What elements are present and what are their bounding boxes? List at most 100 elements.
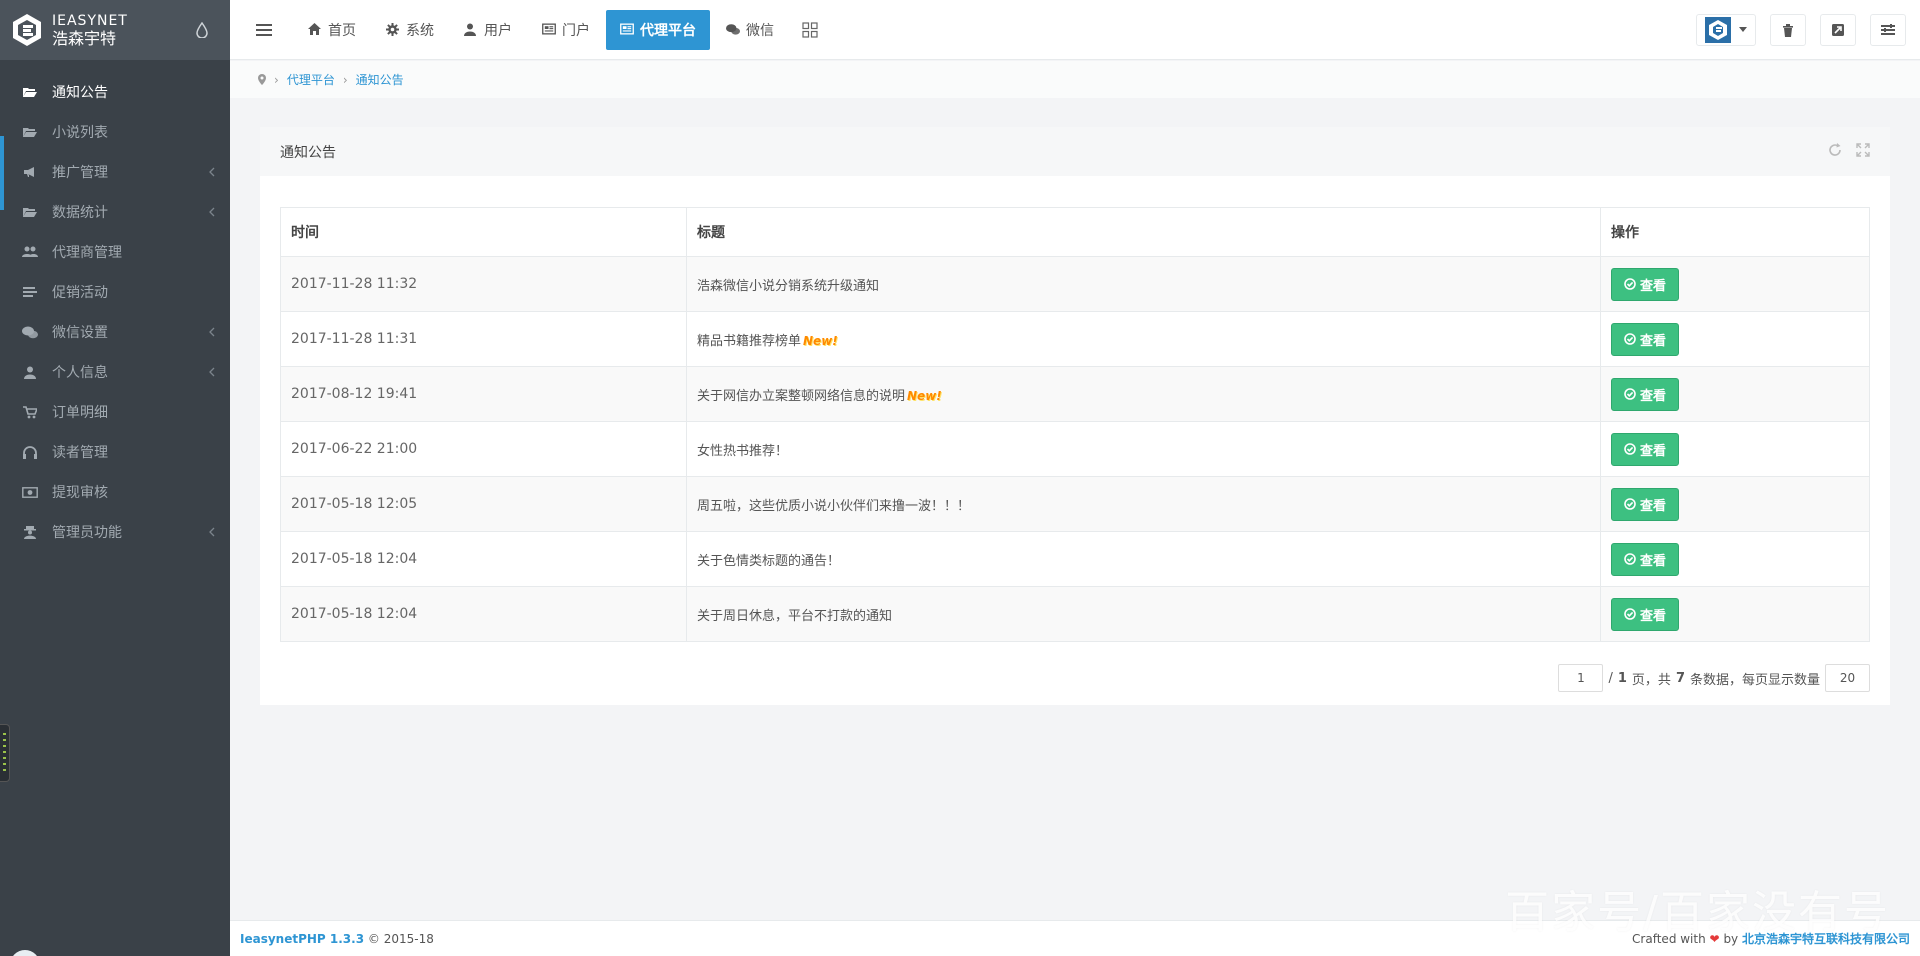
sidebar-item-7[interactable]: 个人信息 (0, 352, 230, 392)
sidebar-item-label: 通知公告 (52, 85, 108, 101)
home-icon (308, 22, 322, 37)
sidebar-item-2[interactable]: 推广管理 (0, 152, 230, 192)
menu-toggle-icon[interactable] (256, 23, 272, 37)
side-widget-handle[interactable] (0, 724, 10, 782)
notice-time: 2017-05-18 12:04 (280, 586, 687, 642)
notice-title: 精品书籍推荐榜单 (697, 333, 802, 349)
table-row: 2017-08-12 19:41 关于网信办立案整顿网络信息的说明 New! 查看 (280, 366, 1870, 422)
map-marker-icon (258, 74, 266, 85)
sidebar-item-3[interactable]: 数据统计 (0, 192, 230, 232)
notice-action-cell: 查看 (1600, 366, 1870, 422)
page-number-input[interactable]: 1 (1558, 664, 1604, 692)
page-size-input[interactable]: 20 (1825, 664, 1870, 692)
gear-icon (386, 22, 400, 37)
sidebar-item-0[interactable]: 通知公告 (0, 72, 230, 112)
chevron-left-icon (209, 527, 215, 537)
view-notice-button[interactable]: 查看 (1611, 542, 1680, 576)
view-button-label: 查看 (1640, 498, 1667, 514)
column-header-time[interactable]: 时间 (280, 207, 687, 257)
view-button-label: 查看 (1640, 608, 1667, 624)
view-notice-button[interactable]: 查看 (1611, 322, 1680, 356)
view-notice-button[interactable]: 查看 (1611, 267, 1680, 301)
view-notice-button[interactable]: 查看 (1611, 432, 1680, 466)
sidebar-menu: 通知公告小说列表推广管理数据统计代理商管理 促销活动微信设置个人信息 订单明细 读者管… (0, 72, 230, 552)
column-header-title[interactable]: 标题 (686, 207, 1601, 257)
top-nav-item-3[interactable]: 门户 (528, 10, 604, 50)
top-nav-label: 微信 (746, 22, 774, 39)
apps-grid-icon[interactable] (802, 21, 818, 38)
sidebar-item-label: 微信设置 (52, 325, 108, 341)
breadcrumb-agent-platform[interactable]: 代理平台 (287, 71, 335, 88)
table-row: 2017-05-18 12:04 关于周日休息，平台不打款的通知 查看 (280, 586, 1870, 642)
clear-cache-button[interactable] (1770, 14, 1806, 46)
sidebar-item-label: 数据统计 (52, 205, 108, 221)
notice-title: 浩森微信小说分销系统升级通知 (697, 278, 880, 294)
cart-icon (22, 405, 38, 419)
footer-left: IeasynetPHP 1.3.3 © 2015-18 (240, 932, 434, 946)
top-nav-item-4[interactable]: 代理平台 (606, 9, 710, 50)
panel-tools (1828, 143, 1870, 157)
sidebar-item-label: 推广管理 (52, 165, 108, 181)
trash-icon (1783, 23, 1793, 37)
side-circle-button[interactable] (10, 950, 40, 956)
sidebar-item-8[interactable]: 订单明细 (0, 392, 230, 432)
breadcrumb-separator: › (342, 72, 348, 87)
notice-title: 关于网信办立案整顿网络信息的说明 (697, 388, 906, 404)
user-menu-button[interactable] (1696, 14, 1756, 46)
notice-action-cell: 查看 (1600, 421, 1870, 477)
top-nav-label: 首页 (328, 22, 356, 39)
footer-product-link[interactable]: IeasynetPHP 1.3.3 (240, 932, 364, 946)
notice-title-cell: 关于色情类标题的通告！ (686, 531, 1601, 587)
view-notice-button[interactable]: 查看 (1611, 487, 1680, 521)
fullscreen-icon[interactable] (1856, 143, 1870, 157)
refresh-icon[interactable] (1828, 143, 1842, 157)
top-nav-item-2[interactable]: 用户 (450, 10, 526, 50)
notice-time: 2017-11-28 11:31 (280, 311, 687, 367)
view-button-label: 查看 (1640, 388, 1667, 404)
sidebar-item-1[interactable]: 小说列表 (0, 112, 230, 152)
theme-drop-icon[interactable] (196, 22, 208, 38)
notice-time: 2017-11-28 11:32 (280, 256, 687, 312)
top-right-tools (1696, 14, 1906, 46)
user-avatar-icon (1705, 17, 1731, 43)
notice-time: 2017-05-18 12:04 (280, 531, 687, 587)
brand-name-en: IEASYNET (52, 13, 128, 29)
brand[interactable]: IEASYNET 浩森宇特 (0, 0, 230, 60)
money-icon (22, 485, 38, 499)
breadcrumb-separator: › (274, 72, 279, 87)
users-icon (22, 245, 38, 259)
top-navbar: 首页 系统 用户 门户 代理平台 微信 (230, 0, 1920, 60)
table-row: 2017-06-22 21:00 女性热书推荐！ 查看 (280, 421, 1870, 477)
sidebar-item-5[interactable]: 促销活动 (0, 272, 230, 312)
top-nav-item-1[interactable]: 系统 (372, 10, 448, 50)
top-nav-item-5[interactable]: 微信 (712, 10, 788, 50)
pager-separator: / (1608, 670, 1613, 686)
newspaper-icon (542, 22, 556, 37)
panel-header: 通知公告 (260, 127, 1890, 176)
pagination: 1 / 1 页，共 7 条数据，每页显示数量 20 (1558, 664, 1870, 692)
notice-title-cell: 女性热书推荐！ (686, 421, 1601, 477)
external-link-icon (1832, 24, 1844, 36)
external-link-button[interactable] (1820, 14, 1856, 46)
sidebar-item-11[interactable]: 管理员功能 (0, 512, 230, 552)
sliders-icon (1881, 24, 1895, 35)
top-nav-label: 用户 (484, 22, 512, 39)
sidebar-item-9[interactable]: 读者管理 (0, 432, 230, 472)
notice-table: 时间 标题 操作 2017-11-28 11:32 浩森微信小说分销系统升级通知查… (280, 207, 1870, 642)
caret-down-icon (1739, 27, 1747, 32)
notice-title-cell: 浩森微信小说分销系统升级通知 (686, 256, 1601, 312)
breadcrumb-notices[interactable]: 通知公告 (356, 71, 404, 88)
sidebar-item-10[interactable]: 提现审核 (0, 472, 230, 512)
view-notice-button[interactable]: 查看 (1611, 597, 1680, 631)
check-circle-icon (1624, 388, 1636, 400)
top-nav-label: 系统 (406, 22, 434, 39)
top-nav-label: 门户 (562, 22, 590, 39)
table-row: 2017-11-28 11:32 浩森微信小说分销系统升级通知 查看 (280, 256, 1870, 312)
watermark: 百家号/百家没有号 (1505, 887, 1890, 938)
new-badge: New! (907, 389, 942, 403)
view-notice-button[interactable]: 查看 (1611, 377, 1680, 411)
settings-panel-button[interactable] (1870, 14, 1906, 46)
top-nav-item-0[interactable]: 首页 (294, 10, 370, 50)
sidebar-item-4[interactable]: 代理商管理 (0, 232, 230, 272)
sidebar-item-6[interactable]: 微信设置 (0, 312, 230, 352)
